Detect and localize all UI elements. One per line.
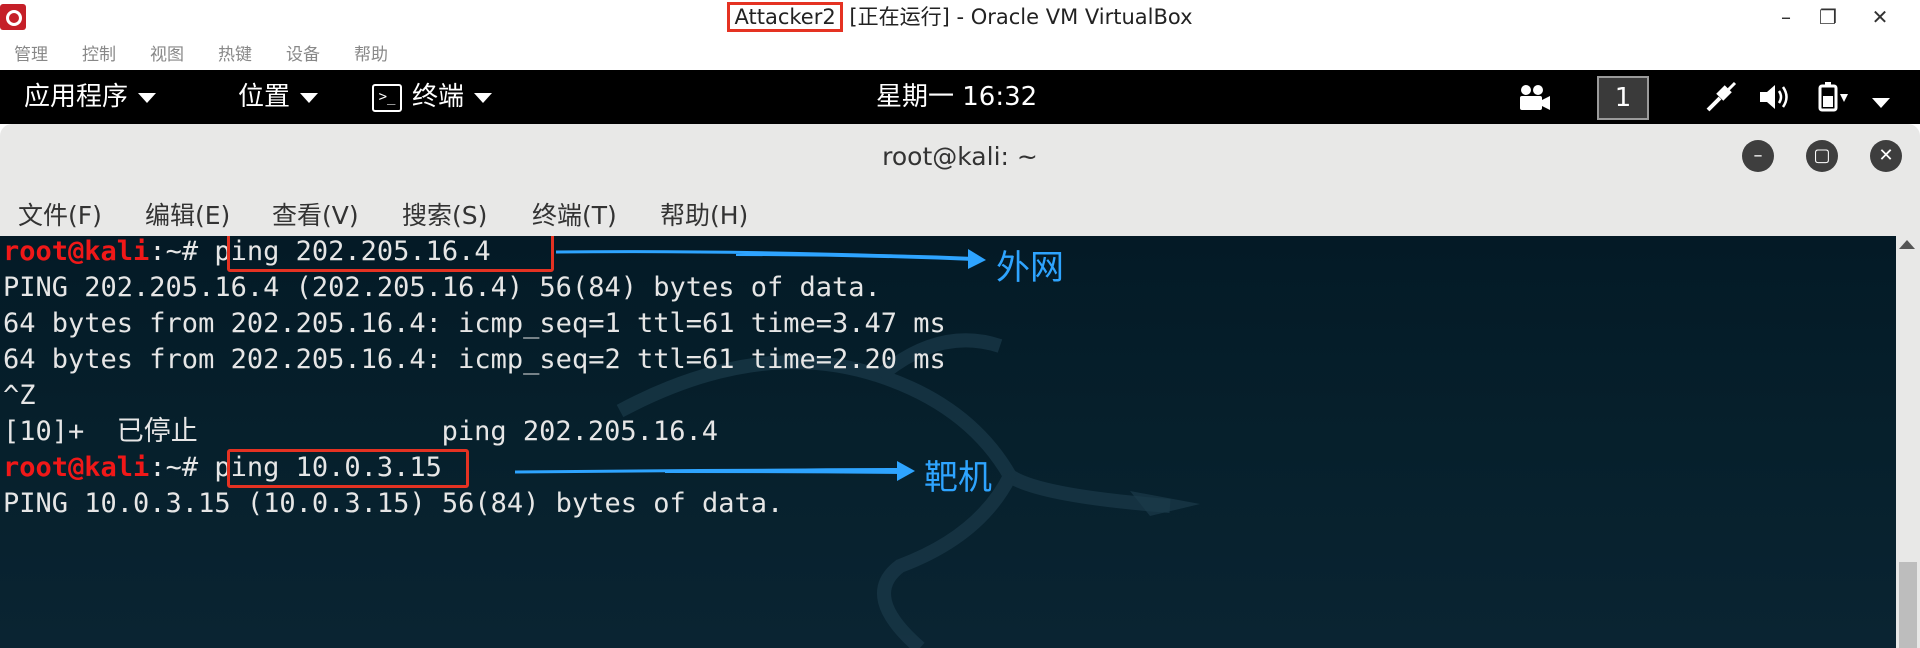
menu-control[interactable]: 控制 — [82, 40, 116, 65]
scrollbar-thumb[interactable] — [1899, 562, 1917, 648]
places-label: 位置 — [238, 82, 291, 112]
workspace-indicator[interactable]: 1 — [1597, 76, 1649, 120]
clock[interactable]: 星期一 16:32 — [876, 80, 1037, 114]
menu-view[interactable]: 视图 — [150, 40, 184, 65]
menu-search[interactable]: 搜索(S) — [402, 196, 487, 232]
terminal-minimize-button[interactable]: – — [1742, 140, 1774, 172]
terminal-window-header: root@kali: ~ – ▢ ✕ 文件(F) 编辑(E) 查看(V) 搜索(… — [0, 124, 1920, 237]
terminal-title: root@kali: ~ — [882, 142, 1038, 171]
menu-devices[interactable]: 设备 — [286, 40, 320, 65]
chevron-down-icon[interactable] — [1872, 92, 1890, 111]
places-menu[interactable]: 位置 — [238, 80, 319, 114]
terminal-maximize-button[interactable]: ▢ — [1806, 140, 1838, 172]
volume-icon[interactable] — [1758, 82, 1794, 112]
annotation-external-network: 外网 — [996, 248, 1064, 288]
terminal-icon: >_ — [372, 83, 402, 112]
menu-help[interactable]: 帮助(H) — [660, 196, 748, 232]
prompt-separator: :~# — [149, 452, 199, 483]
vbox-menu-bar: 管理 控制 视图 热键 设备 帮助 — [0, 34, 1920, 70]
prompt-user: root@kali — [3, 236, 150, 267]
prompt-separator: :~# — [149, 236, 199, 267]
annotation-target-machine: 靶机 — [924, 458, 992, 498]
terminal-app-menu[interactable]: >_ 终端 — [372, 80, 493, 114]
chevron-down-icon — [138, 92, 157, 103]
menu-help[interactable]: 帮助 — [354, 40, 388, 65]
menu-hotkey[interactable]: 热键 — [218, 40, 252, 65]
maximize-button[interactable]: ❐ — [1810, 2, 1846, 32]
terminal-line: 64 bytes from 202.205.16.4: icmp_seq=1 t… — [3, 308, 946, 339]
chevron-down-icon — [300, 92, 319, 103]
minimize-button[interactable]: – — [1768, 2, 1804, 32]
terminal-line: ^Z — [3, 380, 36, 411]
chevron-down-icon — [474, 92, 493, 103]
terminal-scrollbar[interactable] — [1896, 236, 1920, 648]
arrow-icon — [556, 249, 986, 269]
menu-edit[interactable]: 编辑(E) — [145, 196, 230, 232]
vbox-title-bar: Attacker2 [正在运行] - Oracle VM VirtualBox … — [0, 0, 1920, 34]
menu-file[interactable]: 文件(F) — [18, 196, 102, 232]
terminal-line: PING 202.205.16.4 (202.205.16.4) 56(84) … — [3, 272, 881, 303]
terminal-label: 终端 — [412, 82, 465, 112]
terminal-line: 64 bytes from 202.205.16.4: icmp_seq=2 t… — [3, 344, 946, 375]
network-wired-icon[interactable] — [1704, 80, 1738, 114]
vm-name-highlight: Attacker2 — [727, 2, 843, 32]
window-title-rest: [正在运行] - Oracle VM VirtualBox — [842, 5, 1193, 29]
kali-top-bar: 应用程序 位置 >_ 终端 星期一 16:32 1 — [0, 70, 1920, 124]
prompt-user: root@kali — [3, 452, 150, 483]
terminal-line: [10]+ 已停止 ping 202.205.16.4 — [3, 416, 718, 447]
terminal-line: PING 10.0.3.15 (10.0.3.15) 56(84) bytes … — [3, 488, 784, 519]
command-highlight-box — [227, 236, 554, 272]
close-button[interactable]: ✕ — [1862, 2, 1898, 32]
terminal-close-button[interactable]: ✕ — [1870, 140, 1902, 172]
menu-view[interactable]: 查看(V) — [272, 196, 359, 232]
applications-label: 应用程序 — [24, 82, 129, 112]
menu-manage[interactable]: 管理 — [14, 40, 48, 65]
menu-terminal[interactable]: 终端(T) — [532, 196, 617, 232]
power-battery-icon[interactable] — [1816, 80, 1850, 114]
window-title: Attacker2 [正在运行] - Oracle VM VirtualBox — [0, 2, 1920, 32]
command-highlight-box — [227, 449, 469, 488]
video-camera-icon[interactable] — [1516, 84, 1552, 112]
terminal-output[interactable]: root@kali:~# ping 202.205.16.4 PING 202.… — [0, 236, 1896, 648]
arrow-icon — [515, 461, 915, 481]
scroll-up-icon[interactable] — [1899, 240, 1915, 249]
applications-menu[interactable]: 应用程序 — [24, 80, 157, 114]
